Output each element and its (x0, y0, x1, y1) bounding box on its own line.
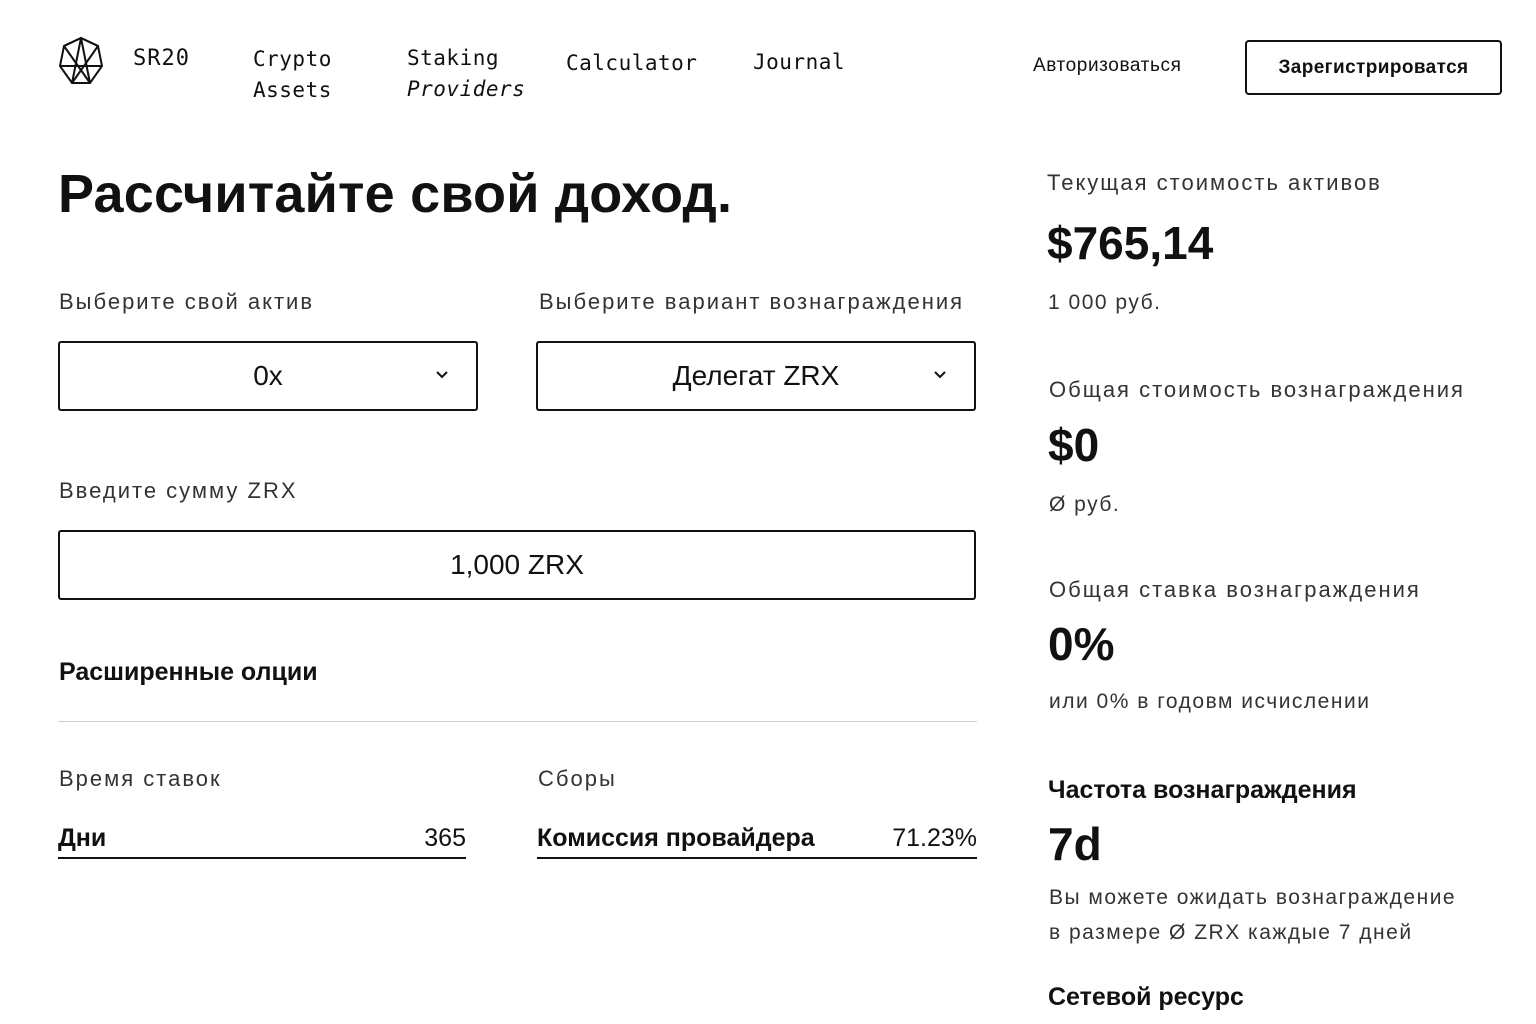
days-field[interactable]: Дни 365 (58, 818, 466, 859)
nav-staking-providers[interactable]: Staking Providers (407, 43, 525, 105)
reward-frequency-desc-1: Вы можете ожидать вознаграждение (1049, 886, 1457, 909)
commission-field[interactable]: Комиссия провайдера 71.23% (537, 818, 977, 859)
divider (58, 721, 977, 722)
staking-time-label: Время ставок (59, 766, 222, 791)
network-resource-label: Сетевой ресурс (1048, 983, 1244, 1011)
reward-frequency: 7d (1048, 818, 1102, 870)
nav-calculator[interactable]: Calculator (566, 48, 697, 79)
current-value-rub: 1 000 руб. (1048, 291, 1162, 314)
amount-input-value: 1,000 ZRX (450, 549, 584, 580)
total-reward-label: Общая стоимость вознаграждения (1049, 377, 1465, 402)
total-reward-rub: Ø руб. (1049, 493, 1121, 516)
reward-frequency-desc-2: в размере Ø ZRX каждые 7 дней (1049, 921, 1413, 944)
reward-frequency-label: Частота вознаграждения (1048, 776, 1357, 804)
days-field-key: Дни (58, 824, 107, 852)
current-value-label: Текущая стоимость активов (1047, 170, 1382, 195)
fees-label: Сборы (538, 766, 617, 791)
nav-crypto-assets[interactable]: Crypto Assets (253, 44, 332, 106)
nav-crypto-assets-line1: Crypto (253, 47, 332, 71)
days-field-value: 365 (424, 824, 466, 852)
reward-option-select[interactable]: Делегат ZRX (536, 341, 976, 411)
total-reward: $0 (1048, 419, 1100, 471)
reward-option-select-value: Делегат ZRX (672, 360, 840, 391)
reward-rate: 0% (1048, 618, 1115, 670)
brand-name[interactable]: SR20 (133, 46, 190, 71)
nav-staking-providers-line2: Providers (407, 77, 526, 101)
nav-crypto-assets-line2: Assets (253, 78, 332, 102)
nav-journal[interactable]: Journal (753, 47, 845, 78)
login-link[interactable]: Авторизоваться (1033, 55, 1181, 77)
amount-label: Введите сумму ZRX (59, 478, 298, 503)
signup-button-label: Зарегистрироватся (1278, 56, 1469, 78)
reward-rate-annual: или 0% в годовм исчислении (1049, 690, 1371, 713)
nav-staking-providers-line1: Staking (407, 46, 500, 70)
commission-field-value: 71.23% (892, 824, 977, 852)
advanced-options-heading[interactable]: Расширенные олции (59, 658, 318, 687)
nav-journal-label: Journal (753, 50, 846, 74)
asset-select[interactable]: 0x (58, 341, 478, 411)
chevron-down-icon (934, 371, 946, 379)
commission-field-key: Комиссия провайдера (537, 824, 815, 852)
page-title: Рассчитайте свой доход. (58, 164, 733, 224)
current-value: $765,14 (1047, 217, 1214, 269)
asset-select-value: 0x (253, 360, 283, 391)
amount-input[interactable]: 1,000 ZRX (58, 530, 976, 600)
reward-option-label: Выберите вариант вознаграждения (539, 289, 965, 314)
asset-label: Выберите свой актив (59, 289, 315, 314)
reward-rate-label: Общая ставка вознаграждения (1049, 577, 1421, 602)
signup-button[interactable]: Зарегистрироватся (1245, 40, 1502, 95)
chevron-down-icon (436, 371, 448, 379)
nav-calculator-label: Calculator (566, 51, 698, 75)
logo-icon[interactable] (58, 36, 104, 86)
